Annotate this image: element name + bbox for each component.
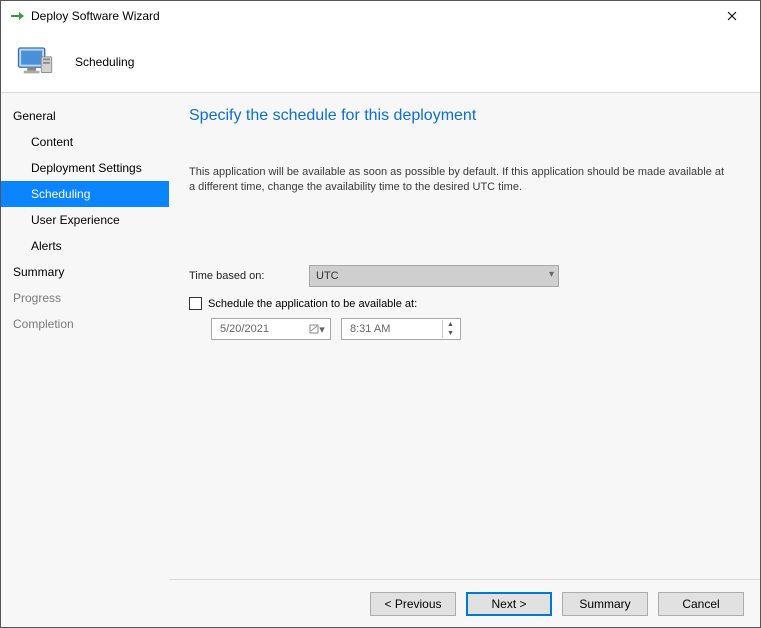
sidebar-item-summary[interactable]: Summary — [1, 259, 169, 285]
time-based-value: UTC — [316, 270, 339, 282]
schedule-checkbox-row: Schedule the application to be available… — [189, 297, 740, 310]
date-input[interactable]: 5/20/2021 ▾ — [211, 318, 331, 340]
monitor-icon — [15, 41, 57, 83]
date-value: 5/20/2021 — [220, 323, 269, 335]
time-based-label: Time based on: — [189, 270, 309, 282]
spin-down-icon[interactable]: ▼ — [443, 329, 458, 338]
cancel-button[interactable]: Cancel — [658, 592, 744, 616]
sidebar-item-general[interactable]: General — [1, 103, 169, 129]
titlebar: Deploy Software Wizard — [1, 1, 760, 31]
time-spinner[interactable]: ▲ ▼ — [442, 320, 458, 338]
content-panel: Specify the schedule for this deployment… — [169, 93, 760, 579]
spin-up-icon[interactable]: ▲ — [443, 320, 458, 329]
chevron-down-icon: ▾ — [549, 269, 554, 280]
time-value: 8:31 AM — [350, 323, 390, 335]
schedule-checkbox-label: Schedule the application to be available… — [208, 298, 417, 310]
window-title: Deploy Software Wizard — [31, 9, 160, 23]
content-description: This application will be available as so… — [189, 165, 729, 195]
datetime-row: 5/20/2021 ▾ 8:31 AM ▲ ▼ — [189, 318, 740, 340]
sidebar-item-alerts[interactable]: Alerts — [1, 233, 169, 259]
sidebar-item-scheduling[interactable]: Scheduling — [1, 181, 169, 207]
sidebar-item-progress[interactable]: Progress — [1, 285, 169, 311]
wizard-footer: < Previous Next > Summary Cancel — [169, 579, 760, 627]
header-page-name: Scheduling — [75, 55, 134, 69]
sidebar-item-completion[interactable]: Completion — [1, 311, 169, 337]
time-input[interactable]: 8:31 AM ▲ ▼ — [341, 318, 461, 340]
summary-button[interactable]: Summary — [562, 592, 648, 616]
close-button[interactable] — [712, 2, 752, 30]
previous-button[interactable]: < Previous — [370, 592, 456, 616]
date-dropdown-icon[interactable]: ▾ — [306, 320, 328, 338]
content-heading: Specify the schedule for this deployment — [189, 107, 740, 125]
time-based-row: Time based on: UTC ▾ — [189, 265, 740, 287]
sidebar-item-user-experience[interactable]: User Experience — [1, 207, 169, 233]
time-based-select[interactable]: UTC ▾ — [309, 265, 559, 287]
sidebar-item-deployment-settings[interactable]: Deployment Settings — [1, 155, 169, 181]
schedule-checkbox[interactable] — [189, 297, 202, 310]
next-button[interactable]: Next > — [466, 592, 552, 616]
wizard-header: Scheduling — [1, 31, 760, 93]
wizard-arrow-icon — [9, 8, 25, 24]
sidebar-item-content[interactable]: Content — [1, 129, 169, 155]
sidebar: GeneralContentDeployment SettingsSchedul… — [1, 93, 169, 627]
wizard-body: GeneralContentDeployment SettingsSchedul… — [1, 93, 760, 627]
